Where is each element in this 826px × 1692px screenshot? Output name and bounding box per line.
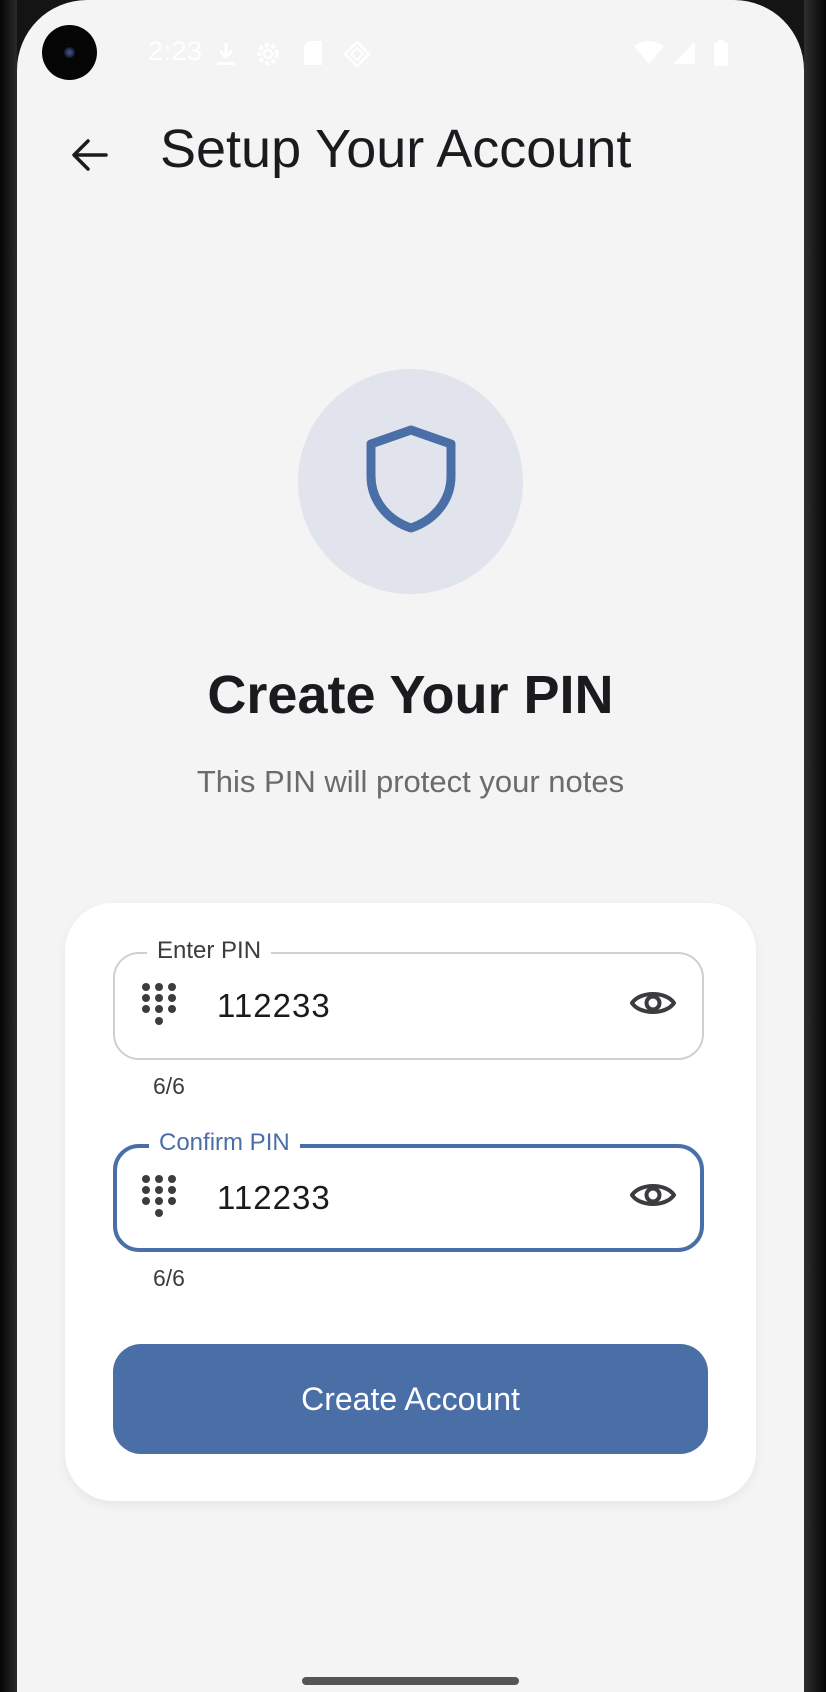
subtitle: This PIN will protect your notes bbox=[196, 764, 625, 799]
shield-badge bbox=[298, 369, 523, 594]
enter-pin-field[interactable]: Enter PIN 112233 bbox=[113, 936, 704, 1060]
headline: Create Your PIN bbox=[207, 665, 614, 725]
toggle-visibility-button[interactable] bbox=[626, 1170, 680, 1224]
battery-icon bbox=[713, 40, 731, 66]
sd-card-icon bbox=[302, 40, 328, 66]
confirm-pin-counter: 6/6 bbox=[153, 1265, 185, 1291]
settings-icon bbox=[254, 40, 280, 66]
confirm-pin-input[interactable]: 112233 bbox=[217, 1148, 331, 1248]
home-indicator[interactable] bbox=[302, 1677, 519, 1685]
create-account-button[interactable]: Create Account bbox=[113, 1344, 708, 1454]
pin-form-card: Enter PIN 112233 6/6 Confirm PIN 112233 … bbox=[65, 903, 756, 1501]
app-screen: 2:23 Setup Your Account Create Your PIN … bbox=[17, 0, 804, 1692]
page-title: Setup Your Account bbox=[160, 119, 632, 179]
enter-pin-counter: 6/6 bbox=[153, 1073, 185, 1099]
status-bar: 2:23 bbox=[17, 0, 804, 105]
eye-icon bbox=[629, 987, 677, 1024]
status-time: 2:23 bbox=[148, 36, 203, 66]
device-frame: 2:23 Setup Your Account Create Your PIN … bbox=[0, 0, 826, 1692]
back-button[interactable] bbox=[52, 126, 128, 188]
device-bezel-right bbox=[804, 0, 826, 1692]
download-icon bbox=[213, 40, 239, 66]
dialpad-icon bbox=[141, 1174, 177, 1225]
front-camera bbox=[42, 25, 97, 80]
device-bezel-left bbox=[0, 0, 17, 1692]
enter-pin-input[interactable]: 112233 bbox=[217, 954, 331, 1058]
toggle-visibility-button[interactable] bbox=[626, 978, 680, 1032]
confirm-pin-field[interactable]: Confirm PIN 112233 bbox=[113, 1128, 704, 1252]
shield-icon bbox=[363, 424, 459, 539]
signal-icon bbox=[671, 40, 697, 66]
arrow-back-icon bbox=[70, 137, 110, 178]
eye-icon bbox=[629, 1179, 677, 1216]
diamond-icon bbox=[343, 40, 371, 68]
dialpad-icon bbox=[141, 982, 177, 1033]
wifi-icon bbox=[633, 40, 665, 66]
